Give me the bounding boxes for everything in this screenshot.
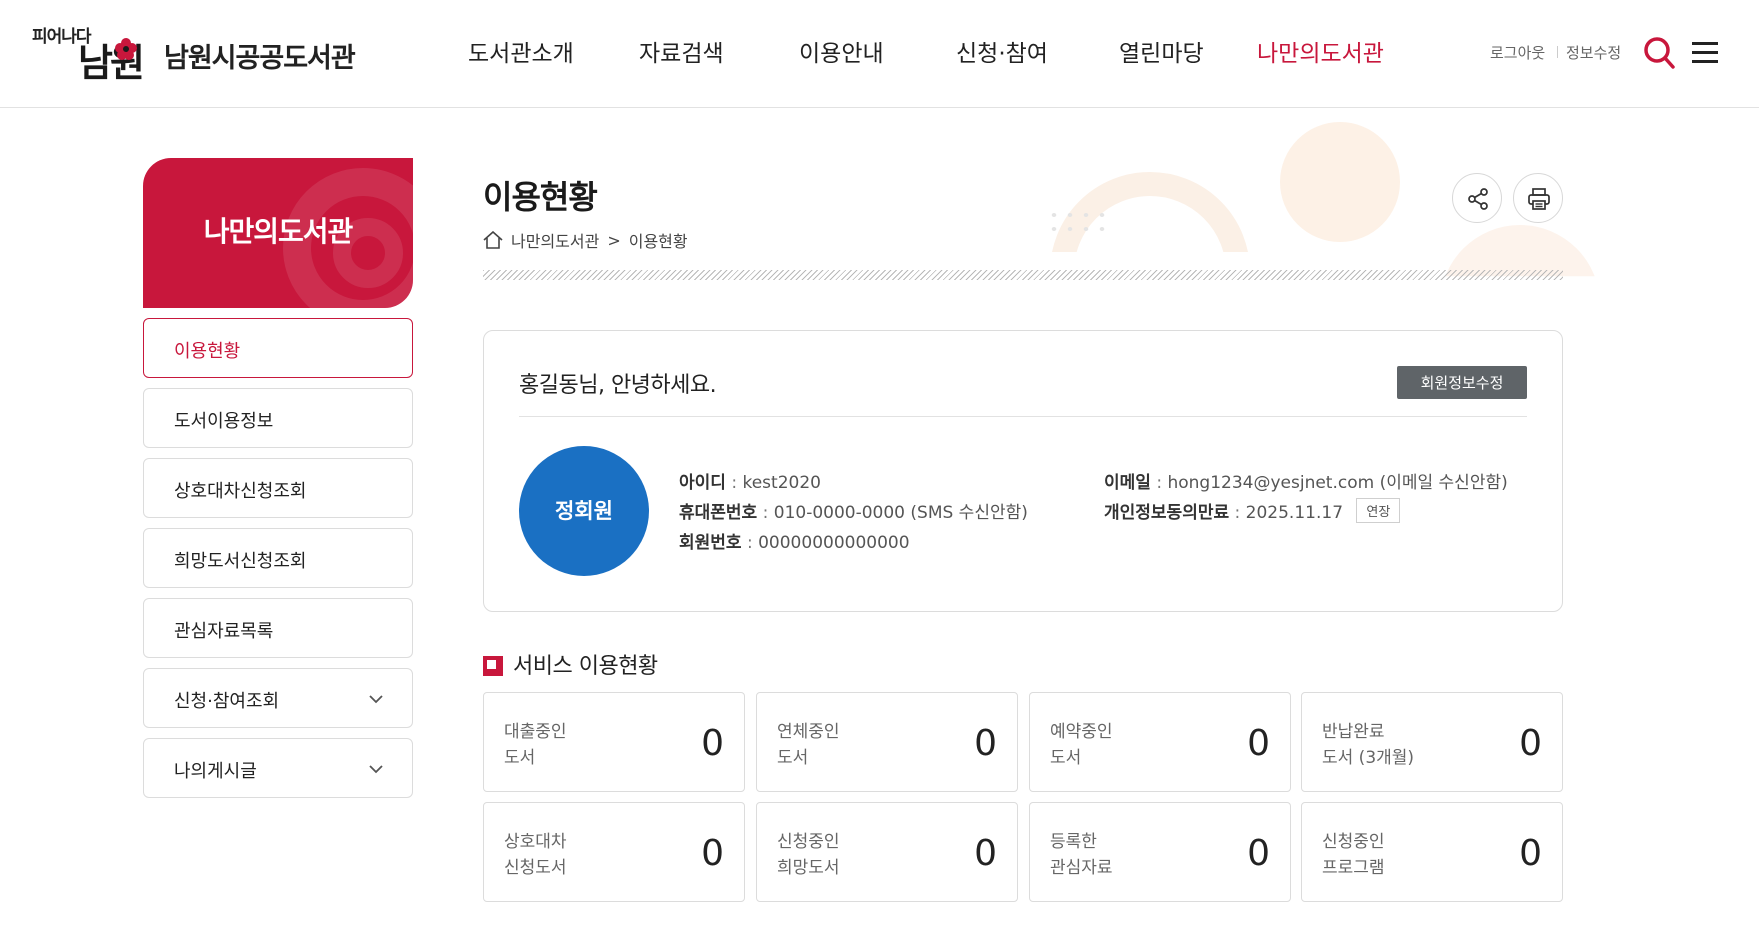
library-name: 남원시공공도서관 bbox=[164, 43, 356, 74]
stat-card-wish-books[interactable]: 신청중인 희망도서 0 bbox=[756, 802, 1018, 902]
stat-card-interests[interactable]: 등록한 관심자료 0 bbox=[1029, 802, 1291, 902]
gnb-apply[interactable]: 신청·참여 bbox=[956, 34, 1048, 70]
site-header: 피어나다 남원 남원시공공도서관 도서관소개 자료검색 이용안내 신청·참여 열… bbox=[0, 0, 1759, 108]
chevron-down-icon bbox=[369, 695, 383, 704]
sidebar-title-box: 나만의도서관 bbox=[143, 158, 413, 308]
stat-card-reserved[interactable]: 예약중인 도서 0 bbox=[1029, 692, 1291, 792]
sidebar-item-wish-book[interactable]: 희망도서신청조회 bbox=[143, 528, 413, 588]
gnb-library-intro[interactable]: 도서관소개 bbox=[468, 34, 574, 70]
profile-edit-link[interactable]: 정보수정 bbox=[1566, 42, 1621, 63]
sidebar-item-label: 신청·참여조회 bbox=[174, 691, 280, 712]
edit-member-info-button[interactable]: 회원정보수정 bbox=[1397, 366, 1527, 399]
stat-card-interlibrary[interactable]: 상호대차 신청도서 0 bbox=[483, 802, 745, 902]
print-button[interactable] bbox=[1513, 173, 1563, 223]
breadcrumb-separator: > bbox=[607, 230, 621, 250]
menu-icon[interactable] bbox=[1692, 42, 1718, 64]
stat-count: 0 bbox=[701, 833, 724, 874]
home-icon[interactable] bbox=[483, 231, 503, 249]
sidebar-item-label: 나의게시글 bbox=[174, 761, 257, 782]
sidebar-item-interest-list[interactable]: 관심자료목록 bbox=[143, 598, 413, 658]
sidebar-item-label: 관심자료목록 bbox=[174, 621, 274, 642]
privacy-consent-expiry: 개인정보동의만료 : 2025.11.17 연장 bbox=[1104, 498, 1401, 523]
gnb-board[interactable]: 열린마당 bbox=[1119, 34, 1204, 70]
stat-card-on-loan[interactable]: 대출중인 도서 0 bbox=[483, 692, 745, 792]
member-id: 아이디 : kest2020 bbox=[679, 473, 821, 493]
stat-card-programs[interactable]: 신청중인 프로그램 0 bbox=[1301, 802, 1563, 902]
member-grade-badge: 정회원 bbox=[519, 446, 649, 576]
member-grade-label: 정회원 bbox=[555, 499, 613, 523]
stat-count: 0 bbox=[974, 723, 997, 764]
section-square-icon bbox=[483, 656, 503, 676]
sidebar-item-interlibrary-loan[interactable]: 상호대차신청조회 bbox=[143, 458, 413, 518]
page-title: 이용현황 bbox=[483, 178, 598, 216]
chevron-down-icon bbox=[369, 765, 383, 774]
breadcrumb-my-library[interactable]: 나만의도서관 bbox=[511, 228, 599, 252]
gnb-guide[interactable]: 이용안내 bbox=[799, 34, 884, 70]
logout-link[interactable]: 로그아웃 bbox=[1490, 42, 1545, 63]
util-divider bbox=[1557, 46, 1558, 58]
breadcrumb-current: 이용현황 bbox=[628, 232, 688, 251]
sidebar-item-book-usage[interactable]: 도서이용정보 bbox=[143, 388, 413, 448]
title-divider bbox=[483, 270, 1563, 280]
decoration-dots bbox=[1046, 208, 1110, 234]
stat-count: 0 bbox=[701, 723, 724, 764]
share-icon bbox=[1468, 188, 1488, 210]
gnb-my-library[interactable]: 나만의도서관 bbox=[1257, 34, 1384, 70]
member-number: 회원번호 : 00000000000000 bbox=[679, 533, 910, 553]
printer-icon bbox=[1528, 188, 1550, 210]
sidebar-item-apply-history[interactable]: 신청·참여조회 bbox=[143, 668, 413, 728]
decoration-circle bbox=[1280, 122, 1400, 242]
site-logo[interactable]: 피어나다 남원 남원시공공도서관 bbox=[32, 22, 372, 88]
breadcrumb: 나만의도서관 > 이용현황 bbox=[483, 228, 688, 252]
sidebar-item-label: 상호대차신청조회 bbox=[174, 481, 307, 502]
search-icon[interactable] bbox=[1643, 36, 1675, 70]
greeting-text: 홍길동님, 안녕하세요. bbox=[519, 373, 717, 398]
member-phone: 휴대폰번호 : 010-0000-0000 (SMS 수신안함) bbox=[679, 503, 1028, 523]
member-info-box: 홍길동님, 안녕하세요. 회원정보수정 정회원 아이디 : kest2020 휴… bbox=[483, 330, 1563, 612]
sidebar-item-label: 이용현황 bbox=[174, 341, 241, 362]
stat-card-returned[interactable]: 반납완료 도서 (3개월) 0 bbox=[1301, 692, 1563, 792]
stat-count: 0 bbox=[1519, 723, 1542, 764]
stat-count: 0 bbox=[1247, 833, 1270, 874]
sidebar-item-my-posts[interactable]: 나의게시글 bbox=[143, 738, 413, 798]
member-email: 이메일 : hong1234@yesjnet.com (이메일 수신안함) bbox=[1104, 473, 1508, 493]
extend-consent-button[interactable]: 연장 bbox=[1356, 498, 1401, 523]
sidebar-item-label: 희망도서신청조회 bbox=[174, 551, 307, 572]
stat-count: 0 bbox=[974, 833, 997, 874]
member-divider bbox=[519, 416, 1527, 417]
stat-card-overdue[interactable]: 연체중인 도서 0 bbox=[756, 692, 1018, 792]
stat-count: 0 bbox=[1247, 723, 1270, 764]
share-button[interactable] bbox=[1452, 173, 1502, 223]
flower-icon bbox=[115, 38, 137, 60]
stat-count: 0 bbox=[1519, 833, 1542, 874]
sidebar-item-label: 도서이용정보 bbox=[174, 411, 274, 432]
sidebar-title: 나만의도서관 bbox=[203, 215, 354, 248]
sidebar-item-usage-status[interactable]: 이용현황 bbox=[143, 318, 413, 378]
gnb-search[interactable]: 자료검색 bbox=[639, 34, 724, 70]
